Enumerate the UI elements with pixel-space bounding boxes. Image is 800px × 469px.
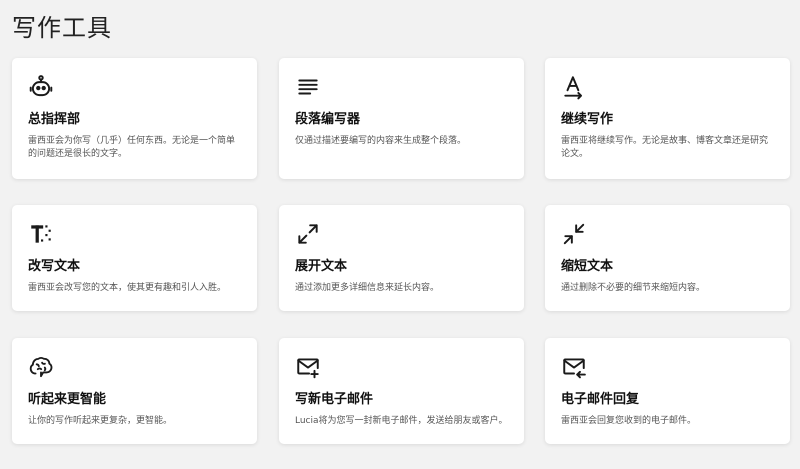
tool-card-expand-text[interactable]: 展开文本 通过添加更多详细信息来延长内容。 <box>279 205 524 311</box>
text-continue-icon <box>561 74 587 100</box>
card-description: Lucia将为您写一封新电子邮件，发送给朋友或客户。 <box>295 416 508 426</box>
card-title: 缩短文本 <box>561 259 614 274</box>
tool-card-rewrite-text[interactable]: 改写文本 雷西亚会改写您的文本，使其更有趣和引人入胜。 <box>12 205 257 311</box>
tool-card-email-reply[interactable]: 电子邮件回复 雷西亚会回复您收到的电子邮件。 <box>545 338 790 444</box>
tool-card-new-email[interactable]: 写新电子邮件 Lucia将为您写一封新电子邮件，发送给朋友或客户。 <box>279 338 524 444</box>
expand-arrows-icon <box>295 221 321 247</box>
card-description: 让你的写作听起来更复杂，更智能。 <box>28 416 173 426</box>
mail-plus-icon <box>295 354 321 380</box>
card-description: 仅通过描述要编写的内容来生成整个段落。 <box>295 136 467 146</box>
card-description: 雷西亚会为你写（几乎）任何东西。无论是一个简单的问题还是很长的文字。 <box>28 136 236 159</box>
tool-card-command-center[interactable]: 总指挥部 雷西亚会为你写（几乎）任何东西。无论是一个简单的问题还是很长的文字。 <box>12 58 257 179</box>
card-title: 总指挥部 <box>28 112 81 127</box>
card-title: 写新电子邮件 <box>295 392 374 407</box>
card-description: 通过添加更多详细信息来延长内容。 <box>295 283 440 293</box>
card-description: 雷西亚会改写您的文本，使其更有趣和引人入胜。 <box>28 283 227 293</box>
mail-reply-icon <box>561 354 587 380</box>
writing-tools-page: 写作工具 总指挥部 雷西亚会为你写（几乎）任何东西。无论是一个简单的问题还是很长… <box>0 0 800 469</box>
card-description: 雷西亚会回复您收到的电子邮件。 <box>561 416 697 426</box>
card-description: 通过删除不必要的细节来缩短内容。 <box>561 283 706 293</box>
paragraph-lines-icon <box>295 74 321 100</box>
card-title: 展开文本 <box>295 259 348 274</box>
rewrite-text-icon <box>28 221 54 247</box>
card-title: 段落编写器 <box>295 112 361 127</box>
card-title: 继续写作 <box>561 112 614 127</box>
tool-card-continue-writing[interactable]: 继续写作 雷西亚将继续写作。无论是故事、博客文章还是研究论文。 <box>545 58 790 179</box>
brain-icon <box>28 354 54 380</box>
tool-card-sound-smarter[interactable]: 听起来更智能 让你的写作听起来更复杂，更智能。 <box>12 338 257 444</box>
card-title: 电子邮件回复 <box>561 392 640 407</box>
page-title: 写作工具 <box>12 14 112 42</box>
card-description: 雷西亚将继续写作。无论是故事、博客文章还是研究论文。 <box>561 136 769 159</box>
tool-card-shorten-text[interactable]: 缩短文本 通过删除不必要的细节来缩短内容。 <box>545 205 790 311</box>
card-title: 改写文本 <box>28 259 81 274</box>
tool-card-paragraph-writer[interactable]: 段落编写器 仅通过描述要编写的内容来生成整个段落。 <box>279 58 524 179</box>
robot-icon <box>28 74 54 100</box>
shrink-arrows-icon <box>561 221 587 247</box>
card-title: 听起来更智能 <box>28 392 107 407</box>
